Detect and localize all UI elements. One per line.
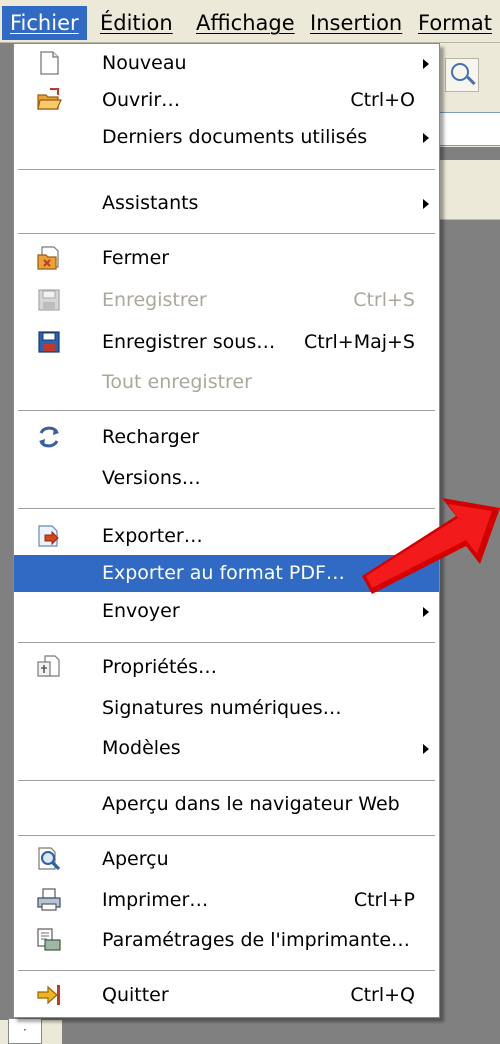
submenu-arrow-icon — [423, 59, 429, 69]
menu-item-signatures[interactable]: Signatures numériques… — [14, 690, 439, 727]
menu-item-label: Enregistrer — [102, 289, 207, 311]
menu-item-modeles[interactable]: Modèles — [14, 730, 439, 767]
menu-item-apercu-navigateur[interactable]: Aperçu dans le navigateur Web — [14, 786, 439, 823]
printer-settings-icon — [37, 928, 61, 951]
menu-item-quitter[interactable]: Quitter Ctrl+Q — [14, 977, 439, 1014]
menu-item-label: Exporter au format PDF… — [102, 562, 345, 584]
menu-item-label: Tout enregistrer — [102, 371, 252, 393]
submenu-arrow-icon — [423, 133, 429, 143]
menu-item-label: Fermer — [102, 247, 170, 269]
shortcut-label: Ctrl+S — [353, 289, 415, 311]
menu-item-label: Aperçu — [102, 848, 169, 870]
menu-item-apercu[interactable]: Aperçu — [14, 841, 439, 878]
red-pointer-arrow-icon — [362, 498, 500, 594]
save-disk-icon — [38, 289, 60, 311]
menu-item-label: Aperçu dans le navigateur Web — [102, 793, 400, 815]
menu-separator — [18, 970, 435, 972]
menu-item-enregistrer-sous[interactable]: Enregistrer sous… Ctrl+Maj+S — [14, 324, 439, 361]
new-document-icon — [40, 51, 59, 75]
menu-item-label: Enregistrer sous… — [102, 331, 276, 353]
shortcut-label: Ctrl+Maj+S — [303, 331, 415, 353]
menu-item-derniers-documents[interactable]: Derniers documents utilisés — [14, 119, 439, 156]
toolbar-preview-button[interactable] — [445, 58, 479, 92]
save-as-disk-icon — [38, 331, 60, 353]
menu-item-recharger[interactable]: Recharger — [14, 419, 439, 456]
menu-item-label: Signatures numériques… — [102, 697, 342, 719]
menu-item-nouveau[interactable]: Nouveau — [14, 45, 439, 82]
menu-item-label: Propriétés… — [102, 656, 218, 678]
toolbar-field[interactable] — [440, 112, 500, 146]
menu-item-fermer[interactable]: Fermer — [14, 240, 439, 277]
menu-item-envoyer[interactable]: Envoyer — [14, 593, 439, 630]
menu-item-label: Modèles — [102, 737, 181, 759]
printer-icon — [37, 888, 61, 911]
shortcut-label: Ctrl+Q — [350, 984, 415, 1006]
ruler-marker — [8, 1018, 42, 1044]
menu-insertion[interactable]: Insertion — [302, 6, 410, 40]
menu-item-label: Derniers documents utilisés — [102, 126, 368, 148]
menu-item-tout-enregistrer[interactable]: Tout enregistrer — [14, 364, 439, 401]
menu-item-ouvrir[interactable]: Ouvrir… Ctrl+O — [14, 82, 439, 119]
open-folder-icon — [37, 88, 62, 110]
submenu-arrow-icon — [423, 199, 429, 209]
menu-item-label: Exporter… — [102, 525, 203, 547]
menu-item-label: Paramétrages de l'imprimante… — [102, 929, 411, 951]
shortcut-label: Ctrl+O — [350, 89, 415, 111]
ruler-background — [440, 160, 500, 220]
menu-item-enregistrer[interactable]: Enregistrer Ctrl+S — [14, 282, 439, 319]
menu-item-label: Envoyer — [102, 600, 180, 622]
menu-format[interactable]: Format — [410, 6, 500, 40]
menu-separator — [18, 835, 435, 837]
menu-edition[interactable]: Édition — [92, 6, 181, 40]
menu-separator — [18, 169, 435, 171]
menu-item-imprimer[interactable]: Imprimer… Ctrl+P — [14, 882, 439, 919]
menu-item-label: Versions… — [102, 467, 201, 489]
menu-bar: Fichier Édition Affichage Insertion Form… — [0, 0, 500, 43]
menu-item-parametrages-imprimante[interactable]: Paramétrages de l'imprimante… — [14, 922, 439, 959]
shortcut-label: Ctrl+P — [353, 889, 415, 911]
submenu-arrow-icon — [423, 607, 429, 617]
menu-item-label: Quitter — [102, 984, 169, 1006]
menu-item-proprietes[interactable]: Propriétés… — [14, 649, 439, 686]
menu-separator — [18, 410, 435, 412]
menu-fichier[interactable]: Fichier — [2, 6, 87, 40]
exit-arrow-icon — [37, 985, 60, 1005]
menu-affichage[interactable]: Affichage — [188, 6, 303, 40]
export-icon — [38, 525, 59, 547]
reload-icon — [39, 426, 59, 448]
menu-separator — [18, 780, 435, 782]
menu-item-assistants[interactable]: Assistants — [14, 185, 439, 222]
submenu-arrow-icon — [423, 744, 429, 754]
menu-item-label: Assistants — [102, 192, 199, 214]
menu-item-label: Nouveau — [102, 52, 187, 74]
menu-separator — [18, 233, 435, 235]
menu-separator — [18, 642, 435, 644]
menu-item-label: Imprimer… — [102, 889, 209, 911]
menu-item-label: Ouvrir… — [102, 89, 181, 111]
properties-icon — [37, 655, 60, 677]
preview-magnifier-icon — [38, 847, 61, 871]
menu-item-label: Recharger — [102, 426, 200, 448]
close-document-icon — [37, 246, 59, 270]
